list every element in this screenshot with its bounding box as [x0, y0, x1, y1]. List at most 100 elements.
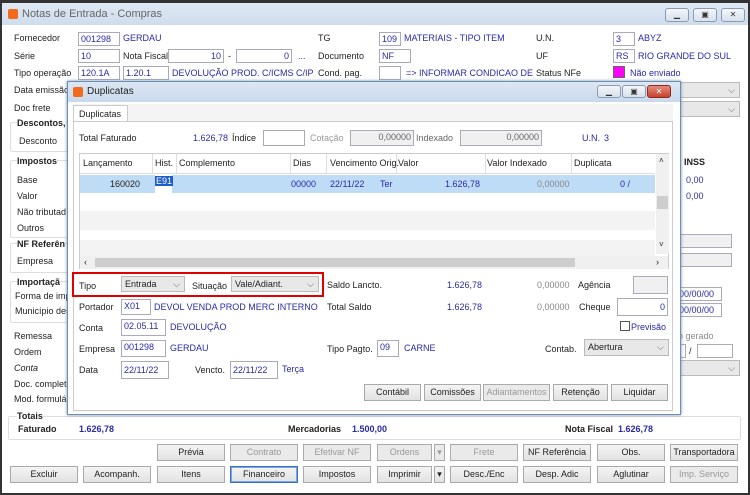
aglutinar-button[interactable]: Aglutinar	[597, 466, 665, 483]
total-saldo-indexado: 0,00000	[537, 302, 570, 312]
horizontal-scroll-thumb[interactable]	[95, 258, 575, 267]
imp-servico-button[interactable]: Imp. Serviço	[670, 466, 738, 483]
indice-input[interactable]	[263, 130, 305, 146]
uf-desc: RIO GRANDE DO SUL	[638, 51, 732, 61]
cond-pag-label: Cond. pag.	[318, 68, 363, 78]
tipo-pagto-input[interactable]: 09	[377, 340, 399, 357]
imprimir-dropdown-button[interactable]: ▾	[434, 466, 445, 483]
scroll-left-icon[interactable]: ‹	[84, 257, 87, 267]
documento-label: Documento	[318, 51, 365, 61]
dialog-close-button[interactable]: ✕	[647, 85, 671, 98]
data-input[interactable]: 22/11/22	[121, 361, 169, 379]
liquidar-button[interactable]: Liquidar	[611, 384, 668, 401]
tipo-select[interactable]: Entrada ⌵	[121, 276, 185, 292]
dialog-minimize-button[interactable]: ▁	[597, 85, 621, 98]
col-duplicata[interactable]: Duplicata	[574, 158, 612, 168]
horizontal-scrollbar[interactable]: ‹ ›	[80, 256, 668, 269]
close-button[interactable]: ✕	[721, 8, 745, 22]
cell-hist-editing[interactable]: E91	[155, 176, 174, 186]
importacao-date-1[interactable]: 00/00/00	[676, 287, 722, 301]
un-input[interactable]: 3	[613, 32, 635, 46]
col-complemento[interactable]: Complemento	[179, 158, 235, 168]
maximize-button[interactable]: ▣	[693, 8, 717, 22]
situacao-select[interactable]: Vale/Adiant. ⌵	[231, 276, 319, 292]
dialog-maximize-button[interactable]: ▣	[622, 85, 646, 98]
desp-adic-button[interactable]: Desp. Adic	[523, 466, 591, 483]
col-valor-indexado[interactable]: Valor Indexado	[487, 158, 547, 168]
cheque-input[interactable]: 0	[617, 298, 668, 316]
right-combo-2[interactable]: ⌵	[676, 101, 740, 117]
nota-fiscal-input[interactable]: 10	[168, 49, 224, 63]
desconto-label: Desconto	[19, 136, 58, 146]
agencia-input[interactable]	[633, 276, 668, 294]
scroll-right-icon[interactable]: ›	[656, 257, 659, 267]
conta-desc: DEVOLUÇÃO	[170, 322, 227, 332]
contab-select[interactable]: Abertura ⌵	[584, 339, 669, 356]
frete-button[interactable]: Frete	[450, 444, 518, 461]
col-lancamento[interactable]: Lançamento	[83, 158, 133, 168]
desc-enc-button[interactable]: Desc./Enc	[450, 466, 518, 483]
obs-button[interactable]: Obs.	[597, 444, 665, 461]
cell-lancamento: 160020	[110, 179, 141, 189]
empresa-input[interactable]: 001298	[121, 340, 166, 357]
right-combo-1[interactable]: ⌵	[676, 82, 740, 98]
retencao-button[interactable]: Retenção	[553, 384, 608, 401]
imprimir-button[interactable]: Imprimir	[377, 466, 432, 483]
efetivar-nf-button[interactable]: Efetivar NF	[303, 444, 371, 461]
documento-input[interactable]: NF	[379, 49, 411, 63]
financeiro-button[interactable]: Financeiro	[230, 466, 298, 483]
vertical-scrollbar[interactable]: ˄ ˅	[656, 154, 669, 254]
cell-dias: 00000	[291, 179, 317, 189]
nf-referencia-button[interactable]: NF Referência	[523, 444, 591, 461]
col-hist[interactable]: Hist.	[155, 158, 173, 168]
previa-button[interactable]: Prévia	[157, 444, 225, 461]
nota-fiscal-suffix-input[interactable]: 0	[236, 49, 292, 63]
conta-input[interactable]: 02.05.11	[121, 319, 166, 336]
comissoes-button[interactable]: Comissões	[424, 384, 481, 401]
tipo-operacao-code2-input[interactable]: 1.20.1	[123, 66, 169, 80]
previsao-label[interactable]: Previsão	[631, 322, 666, 332]
ordens-button[interactable]: Ordens	[377, 444, 432, 461]
cond-pag-input[interactable]	[379, 66, 401, 80]
col-vencimento-orig[interactable]: Vencimento Orig.	[330, 158, 399, 168]
tipo-operacao-code1-input[interactable]: 120.1A	[78, 66, 120, 80]
acompanh-button[interactable]: Acompanh.	[83, 466, 151, 483]
minimize-button[interactable]: ▁	[665, 8, 689, 22]
col-valor[interactable]: Valor	[398, 158, 418, 168]
transportadora-button[interactable]: Transportadora	[670, 444, 738, 461]
excluir-button[interactable]: Excluir	[10, 466, 78, 483]
gerado-input-2[interactable]	[697, 344, 733, 358]
contrato-button[interactable]: Contrato	[230, 444, 298, 461]
indexado-label: Indexado	[416, 133, 454, 143]
scroll-up-icon[interactable]: ˄	[659, 156, 664, 165]
col-dias[interactable]: Dias	[293, 158, 311, 168]
uf-input[interactable]: RS	[613, 49, 635, 63]
inss-valor-value: 0,00	[686, 191, 704, 201]
tg-label: TG	[318, 33, 331, 43]
tipo-label: Tipo	[79, 281, 97, 291]
tg-input[interactable]: 109	[379, 32, 401, 46]
vencto-input[interactable]: 22/11/22	[230, 361, 278, 379]
portador-input[interactable]: X01	[121, 299, 151, 315]
nota-fiscal-lookup-button[interactable]: ...	[298, 51, 306, 61]
fornecedor-code-input[interactable]: 001298	[78, 32, 120, 46]
previsao-checkbox[interactable]	[620, 321, 630, 331]
table-row[interactable]: 160020 E91 00000 22/11/22 Ter 1.626,78 0…	[80, 175, 655, 193]
cond-pag-desc: => INFORMAR CONDICAO DE PA	[406, 68, 534, 78]
contabil-button[interactable]: Contábil	[364, 384, 421, 401]
un-label: U.N.	[536, 33, 554, 43]
itens-button[interactable]: Itens	[157, 466, 225, 483]
tab-duplicatas[interactable]: Duplicatas	[73, 105, 128, 122]
importacao-date-2[interactable]: 00/00/00	[676, 303, 722, 317]
adiantamentos-button[interactable]: Adiantamentos	[483, 384, 550, 401]
ordens-dropdown-button[interactable]: ▾	[434, 444, 445, 461]
serie-input[interactable]: 10	[78, 49, 120, 63]
portador-desc: DEVOL VENDA PROD MERC INTERNO	[154, 302, 318, 312]
vertical-scroll-thumb[interactable]	[657, 196, 668, 209]
tipo-pagto-label: Tipo Pagto.	[327, 344, 373, 354]
tipo-pagto-desc: CARNE	[404, 343, 436, 353]
impostos-button[interactable]: Impostos	[303, 466, 371, 483]
right-combo-3[interactable]: ⌵	[676, 360, 740, 376]
scroll-down-icon[interactable]: ˅	[659, 240, 664, 249]
portador-label: Portador	[79, 302, 114, 312]
